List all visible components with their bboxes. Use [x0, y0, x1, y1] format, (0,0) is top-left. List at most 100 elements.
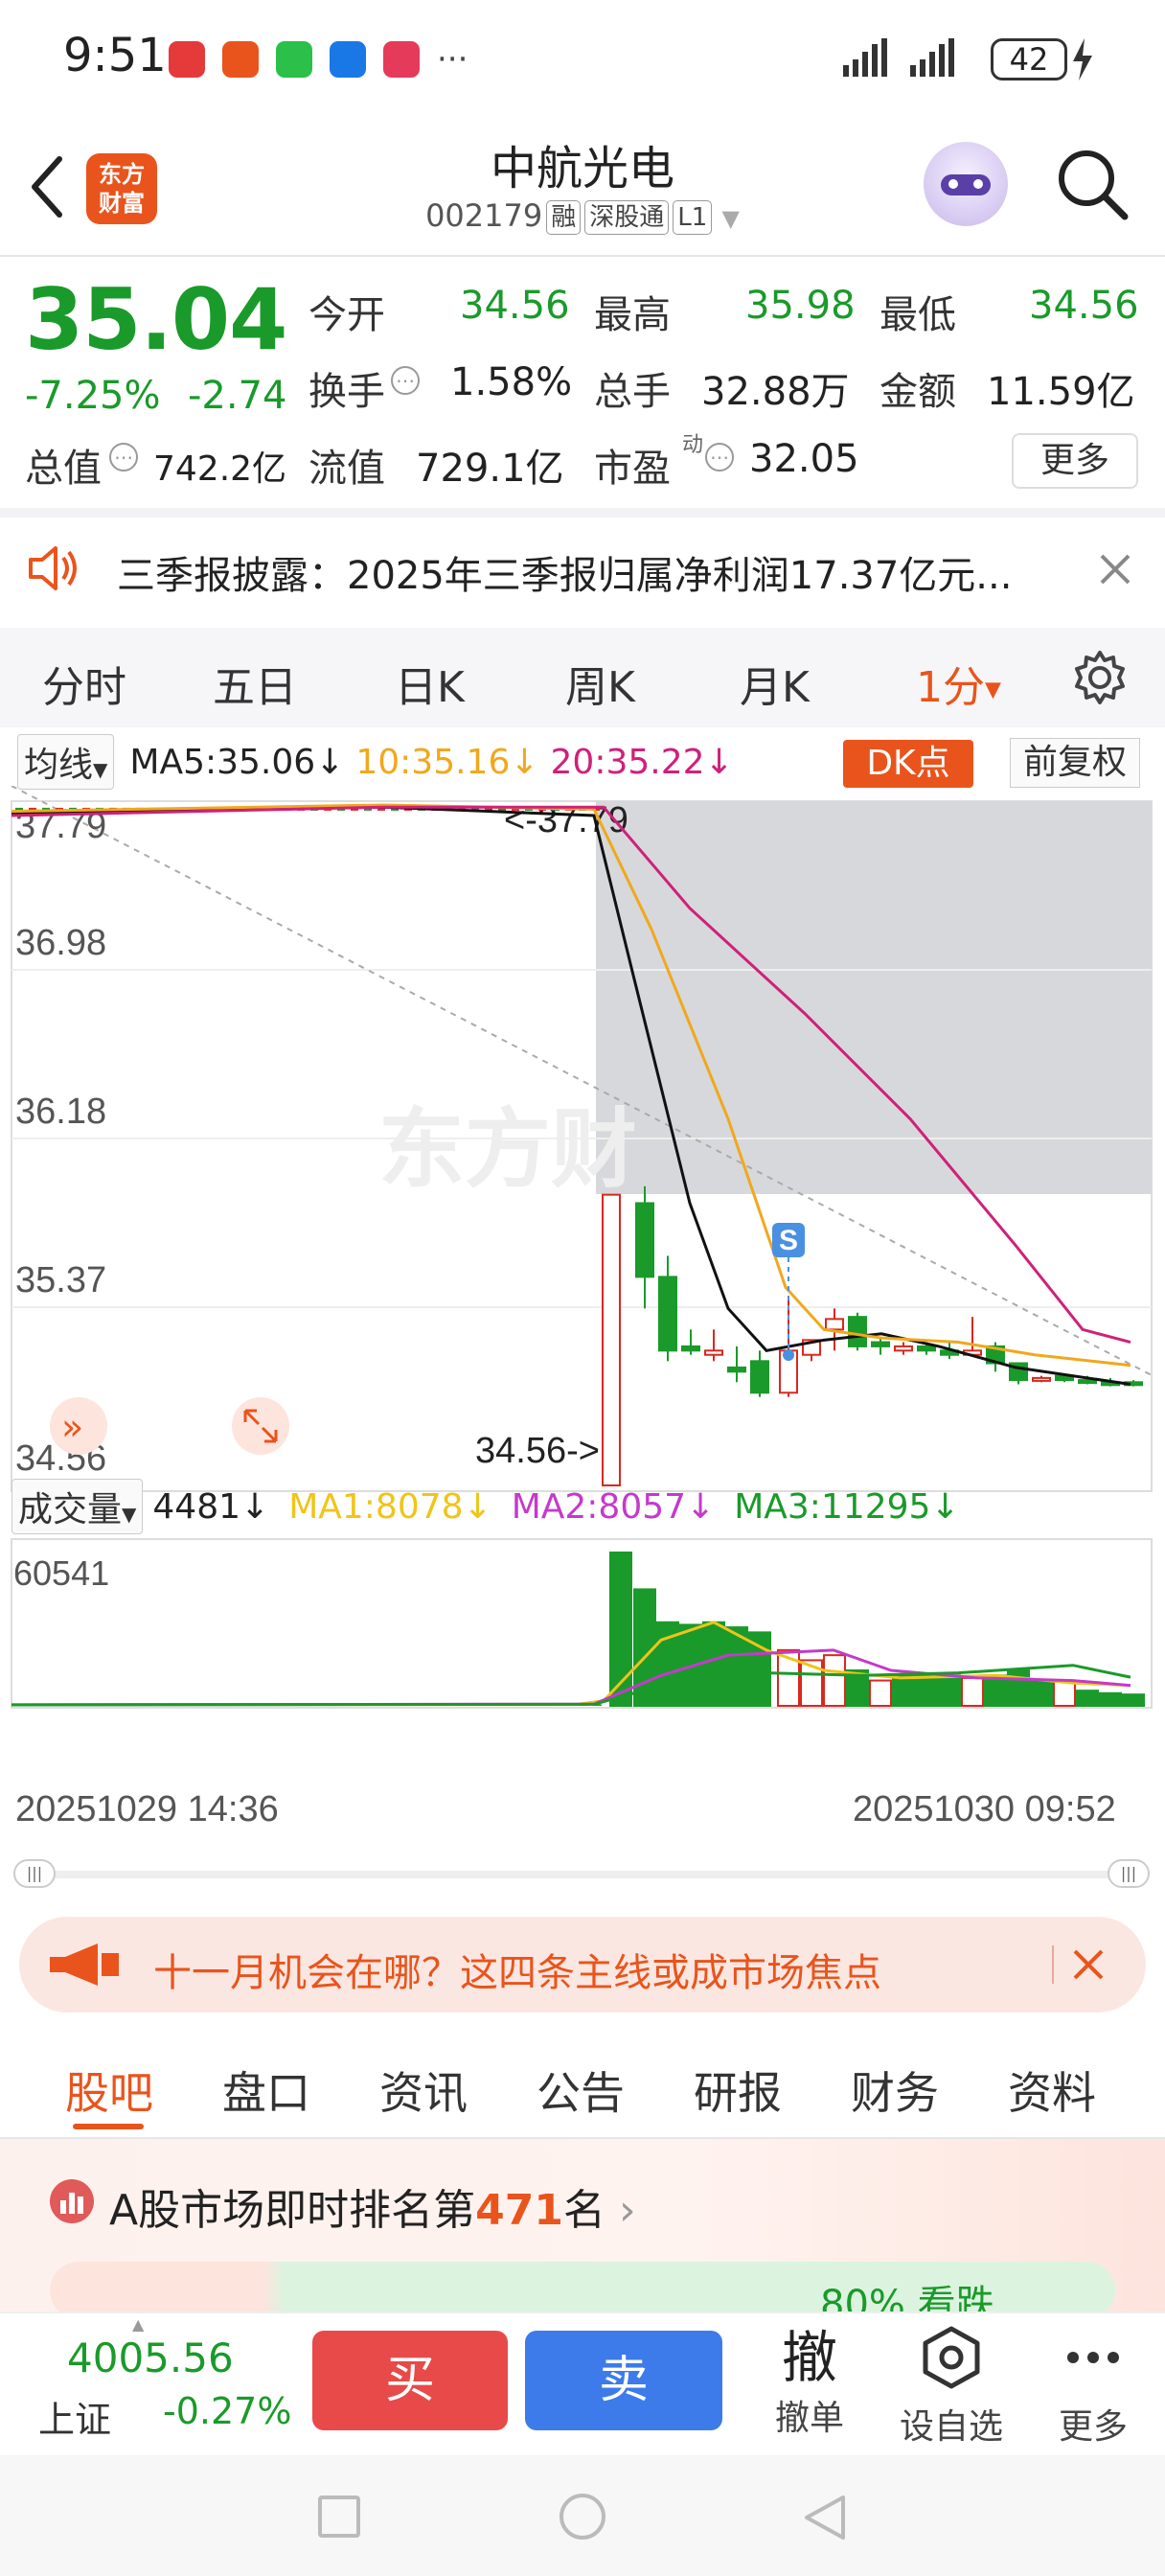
kline-chart[interactable]: 东方财 37.79 36.98 36.18 35.37 34.56 <-37.7…: [0, 786, 1165, 1859]
volume-selector-label: 成交量: [18, 1490, 123, 1530]
candle-body: [871, 1341, 890, 1347]
volume-selector[interactable]: 成交量▼: [11, 1479, 144, 1534]
speaker-icon: [29, 546, 77, 590]
notice-text: 三季报披露：2025年三季报归属净利润17.37亿元...: [117, 554, 1013, 598]
app-notification-icon: [169, 41, 205, 78]
cancel-glyph: 撤: [781, 2325, 837, 2390]
tab-financials[interactable]: 财务: [851, 2058, 939, 2122]
rank-card[interactable]: A股市场即时排名第471名 › 80% 看跌: [0, 2139, 1165, 2327]
mcap-value: 742.2亿: [153, 449, 287, 489]
cancel-order-button[interactable]: 撤 撤单: [738, 2325, 881, 2440]
assistant-avatar-icon[interactable]: [924, 142, 1008, 226]
more-dots-icon: [1067, 2352, 1119, 2363]
candle-body: [917, 1345, 936, 1352]
high-value: 35.98: [745, 284, 856, 328]
volume-ma3: MA3:11295↓: [734, 1486, 960, 1527]
volume-bar: [1099, 1691, 1122, 1708]
hexagon-icon: [923, 2326, 980, 2389]
info-icon[interactable]: ⋯: [391, 366, 420, 395]
buy-button[interactable]: 买: [312, 2331, 508, 2430]
tab-orderbook[interactable]: 盘口: [222, 2058, 310, 2122]
volume-legend: 成交量▼ 4481↓ MA1:8078↓ MA2:8057↓ MA3:11295…: [0, 1478, 1165, 1535]
chevron-down-icon: ▼: [985, 678, 1001, 702]
info-icon[interactable]: ⋯: [705, 443, 734, 472]
open-label: 今开: [308, 293, 385, 337]
megaphone-icon: [50, 1944, 119, 1986]
more-button[interactable]: 更多: [1012, 433, 1138, 489]
candle-body: [1078, 1379, 1097, 1385]
candle-body: [727, 1366, 746, 1373]
volume-bar: [915, 1674, 938, 1707]
add-watchlist-button[interactable]: 设自选: [879, 2325, 1023, 2449]
recents-icon[interactable]: [318, 2496, 360, 2538]
index-value[interactable]: 4005.56: [67, 2334, 234, 2381]
mcap-label: 总值: [25, 447, 102, 491]
candle-body: [681, 1345, 700, 1352]
notice-bar[interactable]: 三季报披露：2025年三季报归属净利润17.37亿元...: [0, 518, 1165, 617]
notification-icons: ···: [169, 40, 468, 79]
volume-ma1: MA1:8078↓: [288, 1486, 492, 1527]
turnover-value: 1.58%: [450, 360, 573, 404]
adjust-button[interactable]: 前复权: [1010, 738, 1140, 788]
tag-connect: 深股通: [584, 200, 670, 235]
tab-monthly-k[interactable]: 月K: [740, 653, 810, 714]
tab-one-minute[interactable]: 1分▼: [916, 653, 1001, 714]
ma-legend: 均线▼ MA5:35.06↓ 10:35.16↓ 20:35.22↓: [0, 733, 1165, 791]
candle-body: [602, 1193, 621, 1486]
fullscreen-button[interactable]: [232, 1397, 289, 1455]
time-start: 20251029 14:36: [15, 1789, 279, 1829]
tab-five-day[interactable]: 五日: [213, 653, 297, 714]
promo-banner[interactable]: 十一月机会在哪？这四条主线或成市场焦点: [19, 1917, 1146, 2012]
price-axis-label: 36.98: [15, 923, 106, 963]
tab-weekly-k[interactable]: 周K: [565, 653, 635, 714]
slider-right-handle[interactable]: |||: [1108, 1859, 1150, 1888]
tab-announcements[interactable]: 公告: [537, 2058, 625, 2122]
volume-current: 4481↓: [152, 1486, 270, 1527]
candle-body: [658, 1276, 677, 1352]
ma-selector-label: 均线: [24, 746, 94, 785]
slider-left-handle[interactable]: |||: [13, 1859, 56, 1888]
float-value: 729.1亿: [416, 447, 564, 491]
sell-button[interactable]: 卖: [525, 2331, 722, 2430]
info-icon[interactable]: ⋯: [109, 443, 138, 472]
close-icon[interactable]: [1071, 1947, 1106, 1982]
watermark: 东方财: [378, 1102, 637, 1198]
candle-body: [635, 1202, 654, 1278]
alipay-icon: [330, 41, 366, 78]
candle-body: [825, 1318, 844, 1331]
time-axis: 20251029 14:36 20251030 09:52: [15, 1789, 1116, 1829]
volume-axis-max: 60541: [13, 1553, 109, 1593]
gear-icon[interactable]: [1071, 649, 1129, 706]
float-label: 流值: [308, 447, 385, 491]
chart-range-slider[interactable]: ||| |||: [13, 1859, 1150, 1888]
index-name: 上证: [38, 2399, 112, 2441]
rank-text: A股市场即时排名第471名 ›: [109, 2175, 636, 2237]
tab-research[interactable]: 研报: [694, 2058, 782, 2122]
high-label: 最高: [594, 293, 671, 337]
back-nav-icon[interactable]: [801, 2494, 847, 2542]
system-nav-bar: [0, 2455, 1165, 2576]
tag-margin: 融: [546, 200, 582, 235]
tab-profile[interactable]: 资料: [1008, 2058, 1096, 2122]
home-icon[interactable]: [560, 2494, 605, 2540]
chevron-down-icon: ▼: [93, 758, 108, 781]
amount-label: 金额: [879, 370, 956, 414]
volume-value: 32.88万: [701, 370, 850, 414]
tab-forum[interactable]: 股吧: [65, 2058, 153, 2122]
more-notifications: ···: [437, 40, 468, 79]
tab-daily-k[interactable]: 日K: [395, 653, 465, 714]
dk-point-button[interactable]: DK点: [843, 740, 973, 788]
close-icon[interactable]: [1098, 552, 1132, 586]
ma-selector[interactable]: 均线▼: [17, 734, 115, 790]
chevron-up-icon: ▲: [132, 2315, 145, 2334]
chevron-right-icon: ›: [618, 2186, 636, 2235]
more-actions-button[interactable]: 更多: [1021, 2325, 1165, 2449]
index-change: -0.27%: [163, 2390, 292, 2432]
tab-intraday[interactable]: 分时: [42, 653, 126, 714]
low-label: 最低: [879, 293, 956, 337]
low-annotation: 34.56->: [475, 1431, 600, 1471]
app-notification-icon: [383, 41, 420, 78]
app-notification-icon: [222, 41, 259, 78]
search-icon[interactable]: [1054, 146, 1131, 222]
tab-news[interactable]: 资讯: [379, 2058, 468, 2122]
